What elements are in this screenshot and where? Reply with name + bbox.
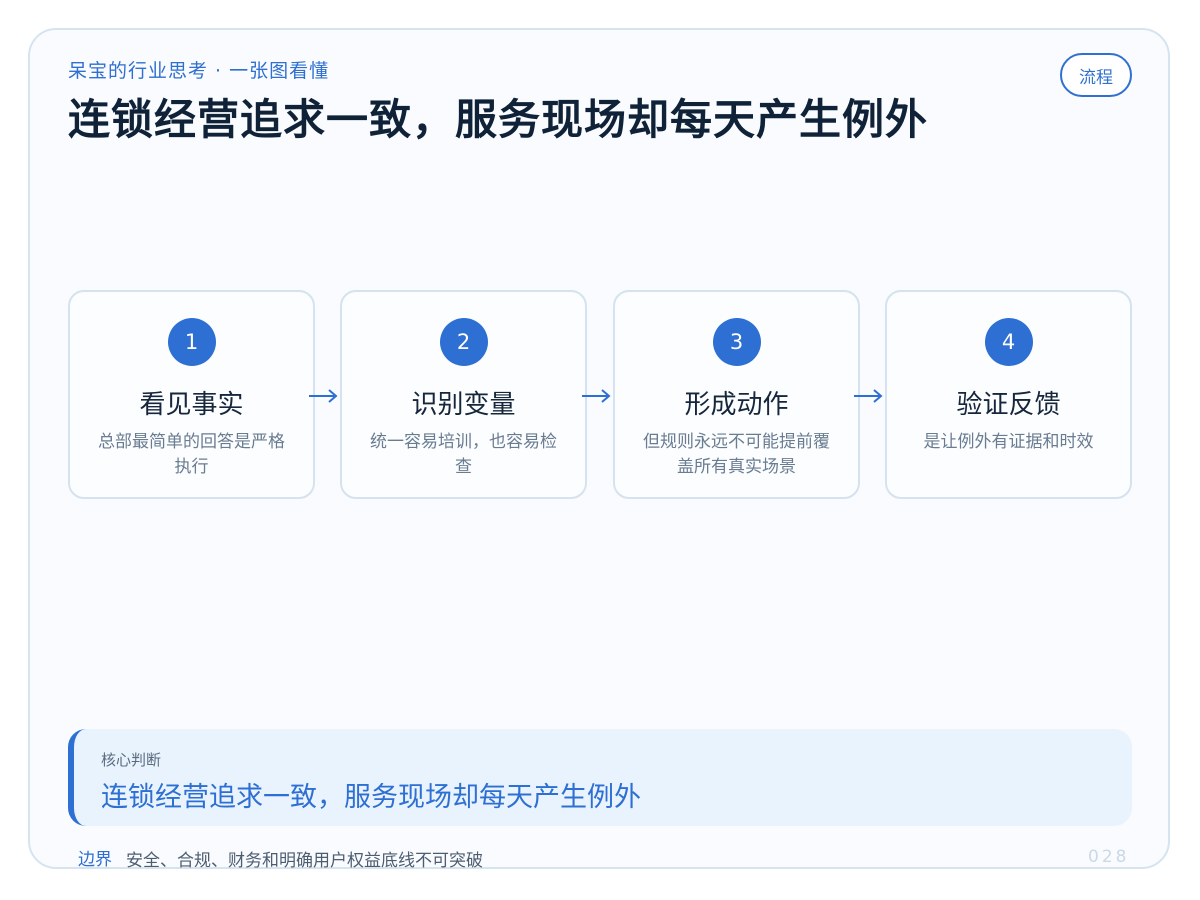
page-title: 连锁经营追求一致，服务现场却每天产生例外 <box>68 95 929 144</box>
core-judgement-panel: 核心判断 连锁经营追求一致，服务现场却每天产生例外 <box>68 729 1132 826</box>
boundary-text: 安全、合规、财务和明确用户权益底线不可突破 <box>126 851 483 871</box>
step-number: 2 <box>439 318 488 366</box>
step-title: 看见事实 <box>139 390 244 420</box>
step-description: 是让例外有证据和时效 <box>923 432 1094 452</box>
series-label: 呆宝的行业思考 · 一张图看懂 <box>68 60 330 82</box>
arrow-right-icon <box>309 389 338 403</box>
step-title: 形成动作 <box>684 390 789 420</box>
step-title: 验证反馈 <box>956 390 1061 420</box>
step-number: 4 <box>984 318 1033 366</box>
step-description: 但规则永远不可能提前覆盖所有真实场景 <box>643 432 830 477</box>
step-description: 总部最简单的回答是严格执行 <box>98 432 285 477</box>
arrow-right-icon <box>854 389 883 403</box>
judgement-label: 核心判断 <box>101 751 162 769</box>
step-card-1: 1 看见事实 总部最简单的回答是严格执行 <box>68 290 315 499</box>
step-number: 3 <box>712 318 761 366</box>
page-number: 028 <box>1088 847 1130 867</box>
arrow-right-icon <box>582 389 611 403</box>
boundary-label: 边界 <box>78 850 112 870</box>
step-title: 识别变量 <box>411 390 516 420</box>
step-card-2: 2 识别变量 统一容易培训，也容易检查 <box>340 290 587 499</box>
category-tag[interactable]: 流程 <box>1060 53 1132 97</box>
step-card-3: 3 形成动作 但规则永远不可能提前覆盖所有真实场景 <box>613 290 860 499</box>
step-card-4: 4 验证反馈 是让例外有证据和时效 <box>885 290 1132 499</box>
step-number: 1 <box>167 318 216 366</box>
step-description: 统一容易培训，也容易检查 <box>370 432 557 477</box>
judgement-text: 连锁经营追求一致，服务现场却每天产生例外 <box>101 782 641 813</box>
